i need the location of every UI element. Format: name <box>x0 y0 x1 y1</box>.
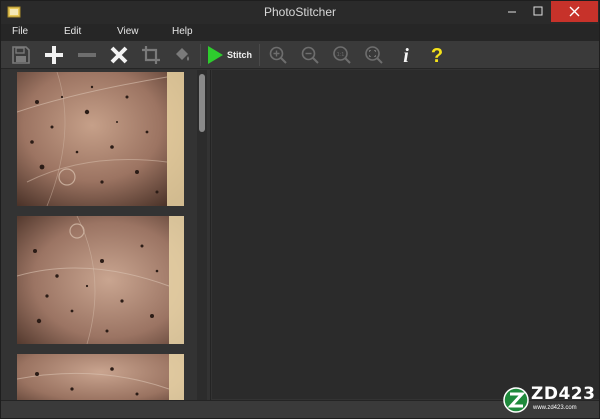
menu-edit[interactable]: Edit <box>64 26 81 37</box>
thumbnail-list[interactable] <box>7 70 211 400</box>
zoom-fit-button[interactable] <box>361 43 387 67</box>
fill-button[interactable] <box>169 43 195 67</box>
zoom-actual-label: 1:1 <box>337 52 345 58</box>
zoom-1-1-icon: 1:1 <box>333 46 351 64</box>
minimize-button[interactable] <box>499 1 525 22</box>
watermark-url: www.zd423.com <box>533 405 577 411</box>
menu-view[interactable]: View <box>117 26 139 37</box>
stitch-label: Stitch <box>227 50 253 60</box>
stitch-preview-canvas[interactable] <box>212 70 599 399</box>
info-icon: i <box>403 45 409 66</box>
paint-bucket-icon <box>176 48 189 61</box>
toolbar-separator <box>200 44 201 66</box>
scrollbar-thumb[interactable] <box>199 74 205 132</box>
stitch-button[interactable]: Stitch <box>206 43 256 67</box>
minus-icon <box>78 53 96 57</box>
thumbnail-photo-2[interactable] <box>17 216 184 344</box>
toolbar: Stitch 1:1 i ? <box>1 41 599 69</box>
help-button[interactable]: ? <box>425 43 449 67</box>
question-icon: ? <box>431 45 443 66</box>
title-bar[interactable]: PhotoStitcher <box>1 1 599 24</box>
zoom-in-button[interactable] <box>265 43 291 67</box>
play-triangle-icon <box>208 46 223 64</box>
zoom-in-icon <box>269 46 287 64</box>
thumbnail-scrollbar[interactable] <box>197 70 207 400</box>
zoom-actual-size-button[interactable]: 1:1 <box>329 43 355 67</box>
save-button[interactable] <box>9 43 33 67</box>
zoom-out-icon <box>301 46 319 64</box>
zoom-out-button[interactable] <box>297 43 323 67</box>
crop-button[interactable] <box>138 43 164 67</box>
remove-image-button[interactable] <box>74 43 100 67</box>
plus-icon <box>45 46 63 64</box>
thumbnail-photo-1[interactable] <box>17 72 184 206</box>
crop-icon <box>142 46 160 64</box>
maximize-button[interactable] <box>525 1 551 22</box>
x-icon <box>110 46 128 64</box>
close-window-button[interactable] <box>551 1 598 22</box>
app-window: PhotoStitcher File Edit View Help Stitch… <box>0 0 600 419</box>
toolbar-separator <box>259 44 260 66</box>
zd-logo-icon <box>503 387 529 413</box>
watermark-title: ZD423 <box>531 384 596 404</box>
menu-file[interactable]: File <box>12 26 28 37</box>
menu-bar: File Edit View Help <box>1 24 599 41</box>
menu-help[interactable]: Help <box>172 26 193 37</box>
info-label: i <box>403 45 409 66</box>
zoom-fit-icon <box>365 46 383 64</box>
add-image-button[interactable] <box>41 43 67 67</box>
watermark: ZD423 www.zd423.com <box>503 384 597 416</box>
floppy-disk-icon <box>12 46 30 64</box>
help-label: ? <box>431 45 443 66</box>
thumbnail-photo-3[interactable] <box>17 354 184 400</box>
info-button[interactable]: i <box>394 43 418 67</box>
delete-all-button[interactable] <box>106 43 132 67</box>
